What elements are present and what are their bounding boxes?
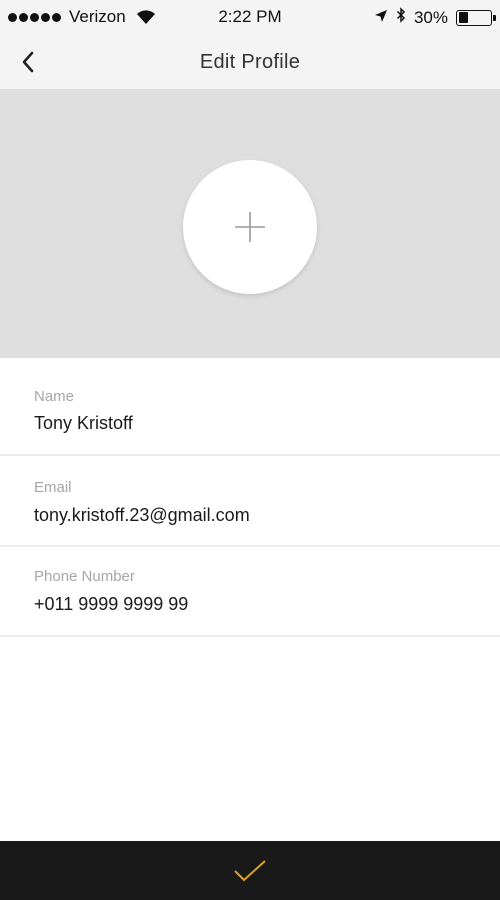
email-field: Email (0, 456, 500, 547)
battery-percent: 30% (413, 7, 448, 27)
checkmark-icon (234, 860, 266, 882)
email-label: Email (34, 479, 72, 496)
battery-icon (456, 9, 496, 26)
page-title: Edit Profile (199, 51, 301, 73)
email-input[interactable] (34, 505, 464, 526)
phone-label: Phone Number (34, 568, 135, 585)
bottom-bar (0, 841, 500, 900)
status-right: 30% (374, 7, 496, 28)
edit-profile-screen: Verizon 2:22 PM 30% Edit Profile Name To… (0, 0, 500, 900)
phone-input[interactable] (34, 594, 464, 615)
name-field: Name (0, 358, 500, 456)
location-arrow-icon (374, 8, 388, 28)
save-button[interactable] (225, 853, 275, 889)
name-input[interactable] (34, 413, 464, 434)
name-label: Name (34, 388, 75, 405)
status-bar: Verizon 2:22 PM 30% (0, 0, 500, 36)
add-photo-button[interactable] (183, 160, 317, 294)
phone-field: Phone Number (0, 547, 500, 637)
battery-level (458, 12, 468, 23)
bluetooth-icon (396, 7, 406, 28)
navigation-bar: Edit Profile (0, 36, 500, 89)
plus-icon (235, 212, 265, 242)
profile-photo-area (0, 89, 500, 358)
